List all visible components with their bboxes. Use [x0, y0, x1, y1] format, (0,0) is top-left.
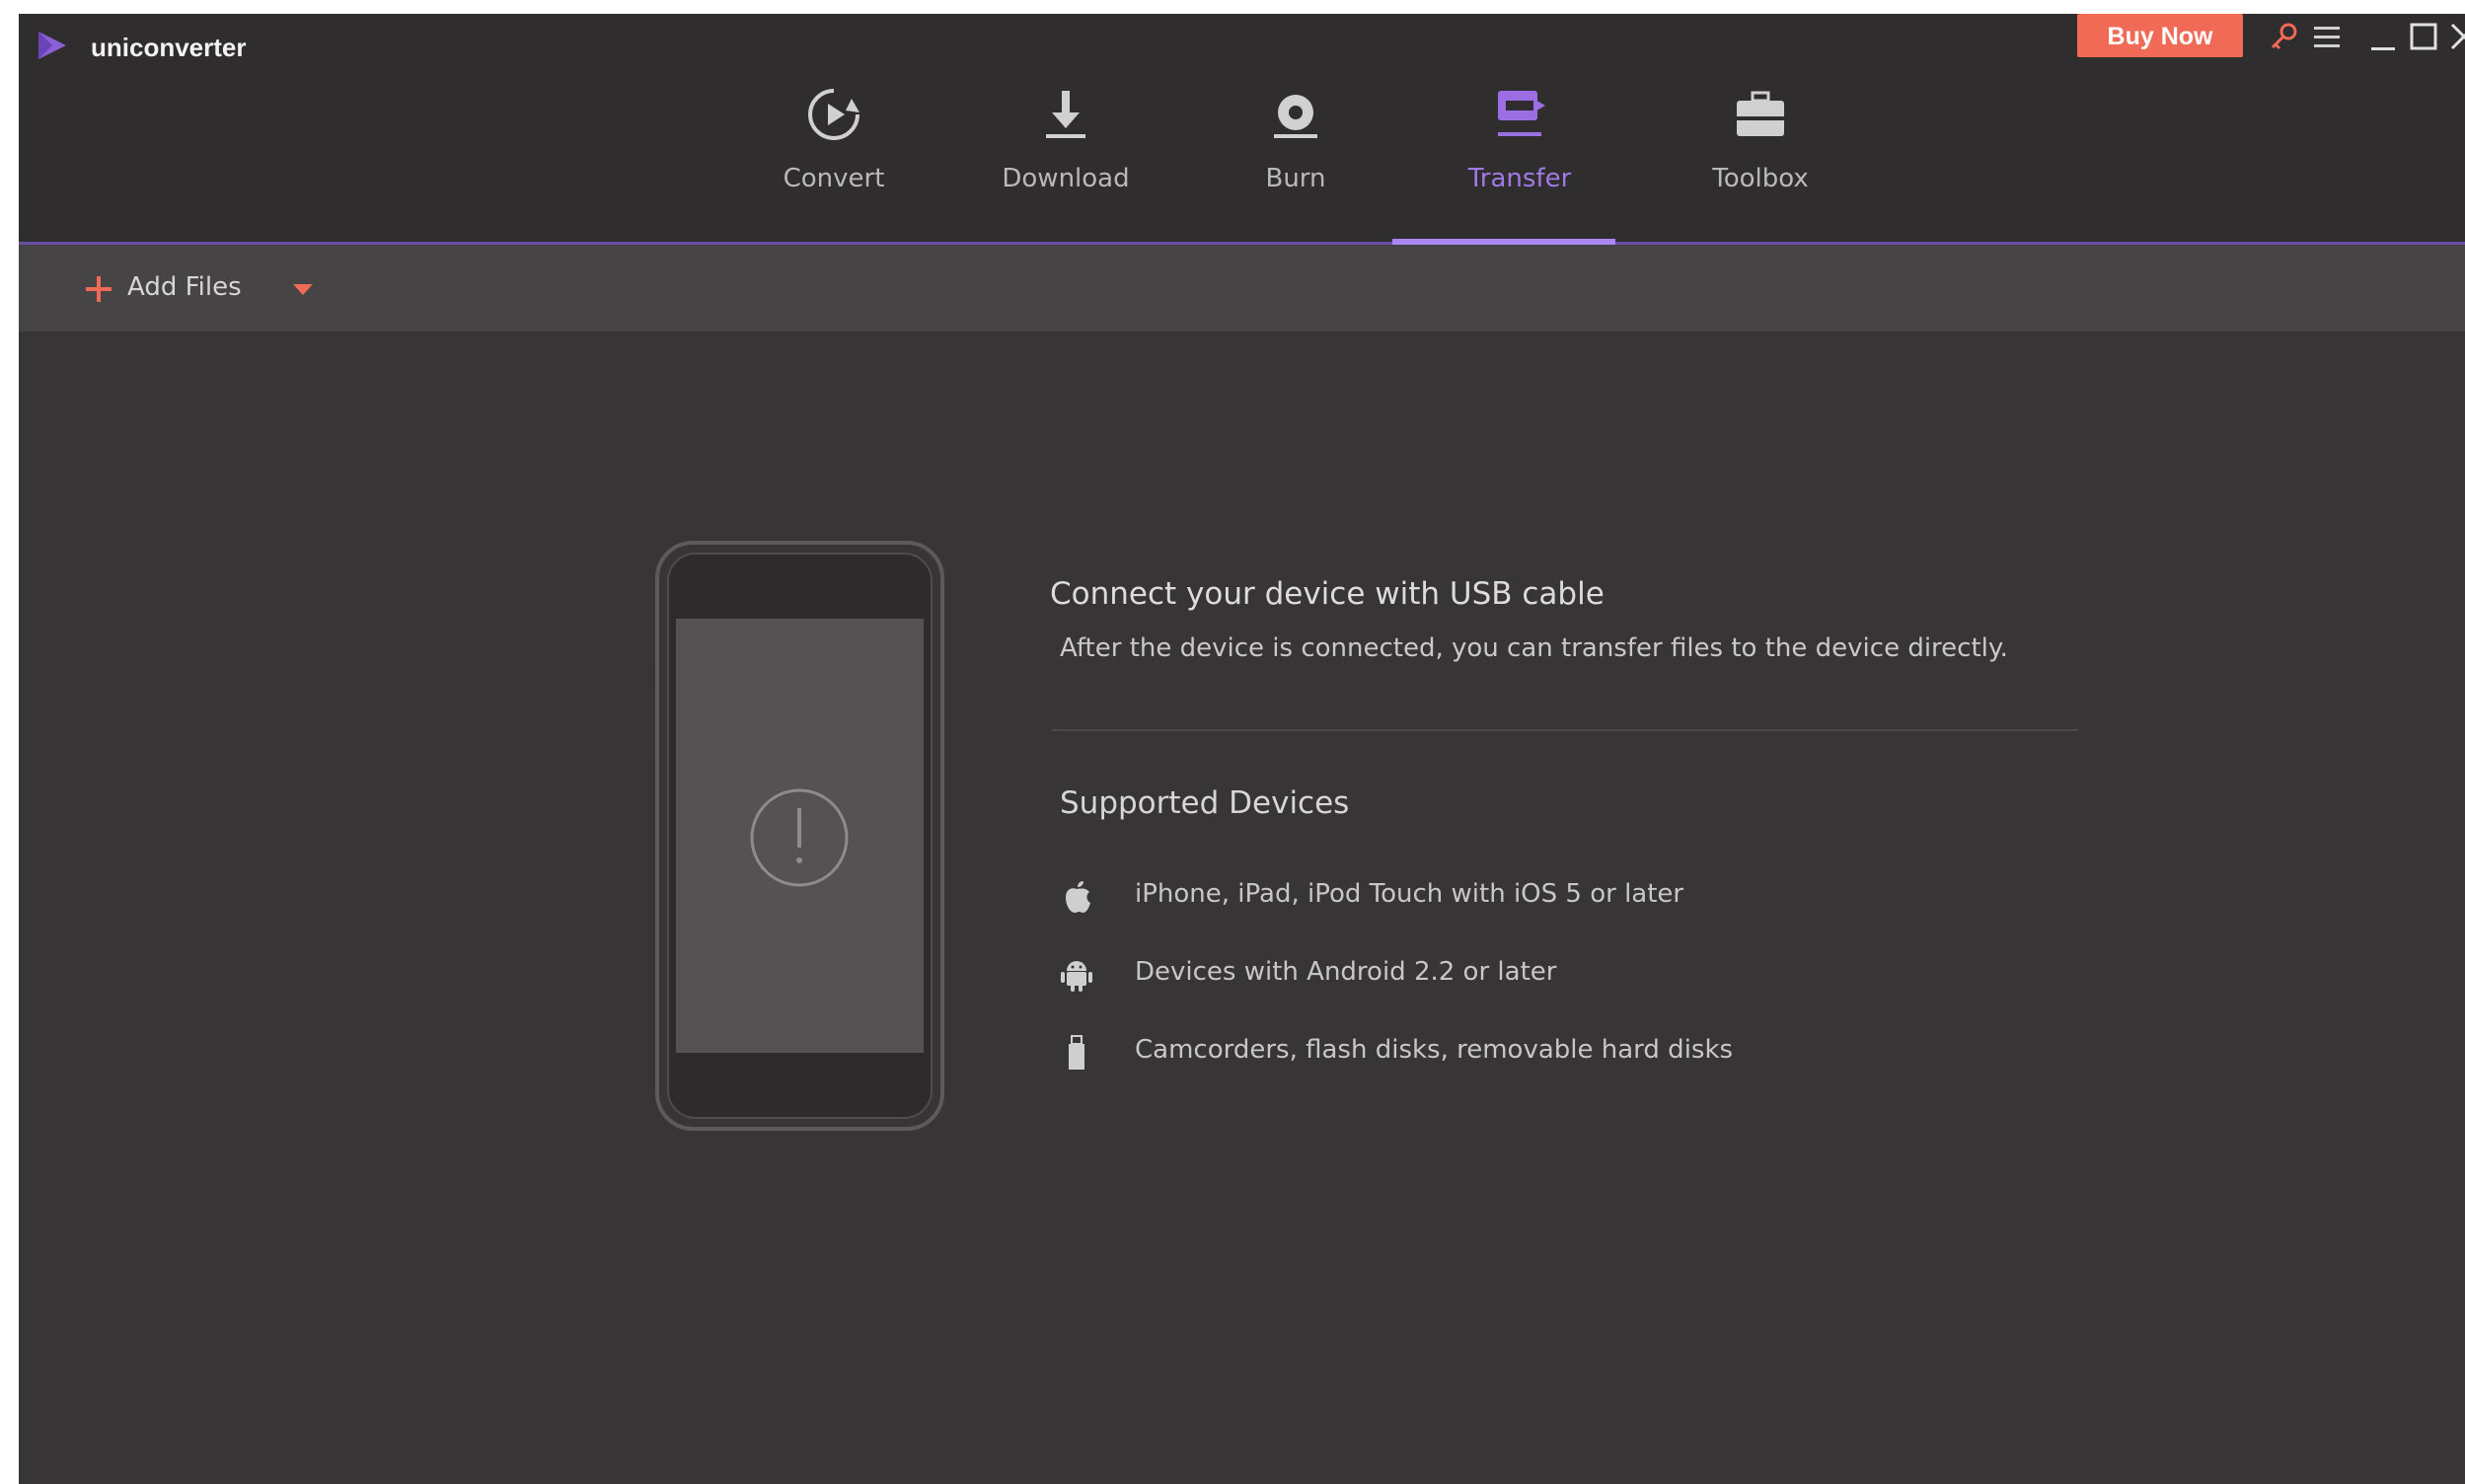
toolbox-icon: [1737, 91, 1784, 136]
tab-convert[interactable]: Convert: [735, 73, 933, 201]
phone-illustration: [655, 541, 944, 1131]
burn-icon: [1274, 95, 1317, 138]
usb-drive-icon: [1069, 1035, 1084, 1070]
section-divider: [1052, 729, 2078, 731]
supported-devices-title: Supported Devices: [1060, 785, 1350, 821]
tab-toolbox[interactable]: Toolbox: [1662, 73, 1859, 201]
toolbar: Add Files: [19, 245, 2465, 332]
maximize-icon[interactable]: [2407, 20, 2440, 53]
key-icon[interactable]: [2267, 20, 2300, 53]
connect-title: Connect your device with USB cable: [1050, 576, 1605, 612]
app-logo-icon: [38, 32, 66, 59]
app-window: uniconverter Convert Download Burn Trans…: [19, 14, 2465, 1484]
tab-burn[interactable]: Burn: [1197, 73, 1394, 201]
connect-subtitle: After the device is connected, you can t…: [1060, 633, 2008, 663]
buy-now-button[interactable]: Buy Now: [2077, 14, 2243, 57]
add-files-label: Add Files: [127, 272, 242, 302]
tab-download-label: Download: [1002, 164, 1130, 193]
close-icon[interactable]: [2447, 20, 2465, 53]
app-title: uniconverter: [91, 33, 247, 62]
device-label-ios: iPhone, iPad, iPod Touch with iOS 5 or l…: [1135, 879, 1684, 909]
tab-transfer-label: Transfer: [1467, 164, 1572, 193]
tab-download[interactable]: Download: [967, 73, 1164, 201]
convert-icon: [808, 89, 859, 140]
top-header: uniconverter Convert Download Burn Trans…: [19, 14, 2465, 245]
menu-icon[interactable]: [2310, 20, 2344, 53]
tab-convert-label: Convert: [783, 164, 885, 193]
plus-icon: [86, 276, 112, 302]
chevron-down-icon[interactable]: [292, 283, 314, 297]
device-label-storage: Camcorders, flash disks, removable hard …: [1135, 1035, 1734, 1065]
tab-toolbox-label: Toolbox: [1712, 164, 1809, 193]
tab-transfer[interactable]: Transfer: [1421, 73, 1618, 201]
apple-icon: [1066, 881, 1090, 913]
device-label-android: Devices with Android 2.2 or later: [1135, 957, 1557, 987]
minimize-icon[interactable]: [2365, 20, 2399, 53]
download-icon: [1046, 91, 1085, 138]
android-icon: [1061, 961, 1092, 992]
tab-burn-label: Burn: [1265, 164, 1326, 193]
transfer-icon: [1498, 91, 1545, 136]
